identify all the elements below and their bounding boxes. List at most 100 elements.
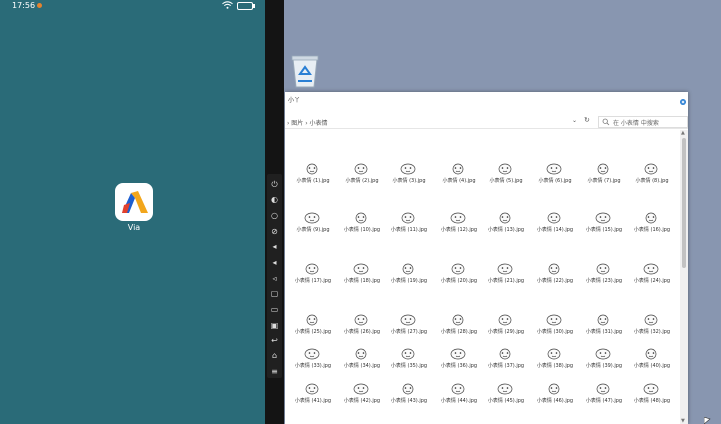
scroll-up-icon[interactable]: ▲ (681, 130, 685, 136)
breadcrumb[interactable]: › 图片 › 小表情 (287, 118, 328, 127)
image-thumbnail-icon (450, 212, 466, 224)
scrollbar[interactable]: ▲ ▼ (680, 130, 688, 424)
list-item[interactable]: 小表情 (14).jpg (531, 209, 579, 241)
list-item[interactable]: 小表情 (42).jpg (338, 380, 386, 412)
image-thumbnail-icon (548, 383, 560, 395)
image-thumbnail-icon (548, 263, 560, 275)
list-item[interactable]: 小表情 (17).jpg (289, 260, 337, 292)
list-item[interactable]: 小表情 (15).jpg (580, 209, 628, 241)
image-thumbnail-icon (597, 163, 609, 175)
menu-icon[interactable]: ≡ (270, 367, 279, 376)
mute-icon[interactable]: ⊘ (270, 227, 279, 236)
list-item[interactable]: 小表情 (37).jpg (482, 345, 530, 377)
list-item[interactable]: 小表情 (31).jpg (580, 311, 628, 343)
close-button[interactable] (675, 92, 688, 106)
list-item[interactable]: 小表情 (7).jpg (580, 160, 628, 192)
list-item[interactable]: 小表情 (44).jpg (435, 380, 483, 412)
list-item[interactable]: 小表情 (24).jpg (628, 260, 676, 292)
list-item[interactable]: 小表情 (19).jpg (385, 260, 433, 292)
mouse-cursor-icon (704, 417, 711, 424)
list-item[interactable]: 小表情 (38).jpg (531, 345, 579, 377)
list-item[interactable]: 小表情 (36).jpg (435, 345, 483, 377)
list-item[interactable]: 小表情 (26).jpg (338, 311, 386, 343)
light-icon[interactable]: ○ (270, 211, 279, 220)
volume-up-icon[interactable]: ◂ (270, 242, 279, 251)
chevron-down-icon[interactable]: ⌄ (572, 117, 577, 124)
battery-icon (237, 2, 255, 10)
list-item[interactable]: 小表情 (3).jpg (385, 160, 433, 192)
status-time: 17:56 (12, 1, 36, 10)
list-item[interactable]: 小表情 (41).jpg (289, 380, 337, 412)
status-bar: 17:56 (0, 0, 265, 12)
list-item[interactable]: 小表情 (9).jpg (289, 209, 337, 241)
image-thumbnail-icon (644, 163, 658, 175)
list-item[interactable]: 小表情 (6).jpg (531, 160, 579, 192)
image-thumbnail-icon (643, 383, 659, 395)
list-item[interactable]: 小表情 (48).jpg (628, 380, 676, 412)
list-item[interactable]: 小表情 (25).jpg (289, 311, 337, 343)
list-item[interactable]: 小表情 (12).jpg (435, 209, 483, 241)
list-item[interactable]: 小表情 (23).jpg (580, 260, 628, 292)
via-app-launcher[interactable]: Via (115, 183, 153, 233)
list-item[interactable]: 小表情 (47).jpg (580, 380, 628, 412)
list-item[interactable]: 小表情 (43).jpg (385, 380, 433, 412)
camera-icon[interactable]: ▭ (270, 305, 279, 314)
file-name: 小表情 (28).jpg (440, 329, 478, 335)
refresh-icon[interactable]: ↻ (584, 116, 590, 124)
list-item[interactable]: 小表情 (10).jpg (338, 209, 386, 241)
list-item[interactable]: 小表情 (45).jpg (482, 380, 530, 412)
list-item[interactable]: 小表情 (8).jpg (628, 160, 676, 192)
list-item[interactable]: 小表情 (40).jpg (628, 345, 676, 377)
list-item[interactable]: 小表情 (33).jpg (289, 345, 337, 377)
list-item[interactable]: 小表情 (5).jpg (482, 160, 530, 192)
file-name: 小表情 (34).jpg (343, 363, 381, 369)
list-item[interactable]: 小表情 (27).jpg (385, 311, 433, 343)
list-item[interactable]: 小表情 (46).jpg (531, 380, 579, 412)
image-thumbnail-icon (304, 348, 320, 360)
volume-off-icon[interactable]: ◃ (270, 274, 279, 283)
list-item[interactable]: 小表情 (34).jpg (338, 345, 386, 377)
theme-icon[interactable]: ◐ (270, 195, 279, 204)
list-item[interactable]: 小表情 (29).jpg (482, 311, 530, 343)
file-name: 小表情 (32).jpg (633, 329, 671, 335)
file-name: 小表情 (15).jpg (585, 227, 623, 233)
list-item[interactable]: 小表情 (32).jpg (628, 311, 676, 343)
scroll-thumb[interactable] (682, 138, 686, 268)
file-name: 小表情 (13).jpg (487, 227, 525, 233)
list-item[interactable]: 小表情 (1).jpg (289, 160, 337, 192)
list-item[interactable]: 小表情 (2).jpg (338, 160, 386, 192)
file-name: 小表情 (33).jpg (294, 363, 332, 369)
crop-icon[interactable]: ▢ (270, 289, 279, 298)
file-name: 小表情 (31).jpg (585, 329, 623, 335)
image-thumbnail-icon (546, 163, 562, 175)
list-item[interactable]: 小表情 (22).jpg (531, 260, 579, 292)
image-thumbnail-icon (595, 212, 611, 224)
list-item[interactable]: 小表情 (13).jpg (482, 209, 530, 241)
list-item[interactable]: 小表情 (28).jpg (435, 311, 483, 343)
file-name: 小表情 (11).jpg (390, 227, 428, 233)
list-item[interactable]: 小表情 (30).jpg (531, 311, 579, 343)
back-icon[interactable]: ↩ (270, 336, 279, 345)
list-item[interactable]: 小表情 (21).jpg (482, 260, 530, 292)
title-bar[interactable]: 小丫 (285, 92, 688, 106)
list-item[interactable]: 小表情 (39).jpg (580, 345, 628, 377)
scroll-down-icon[interactable]: ▼ (681, 418, 685, 424)
window-title: 小丫 (288, 97, 301, 104)
list-item[interactable]: 小表情 (35).jpg (385, 345, 433, 377)
list-item[interactable]: 小表情 (11).jpg (385, 209, 433, 241)
home-icon[interactable]: ⌂ (270, 351, 279, 360)
list-item[interactable]: 小表情 (18).jpg (338, 260, 386, 292)
recycle-bin-icon[interactable] (287, 52, 323, 90)
list-item[interactable]: 小表情 (16).jpg (628, 209, 676, 241)
address-bar[interactable]: › 图片 › 小表情 ⌄ ↻ 在 小表情 中搜索 (285, 114, 688, 129)
search-placeholder: 在 小表情 中搜索 (613, 120, 659, 127)
search-input[interactable]: 在 小表情 中搜索 (598, 116, 688, 128)
screenshot-icon[interactable]: ▣ (270, 321, 279, 330)
power-icon[interactable]: ⏻ (270, 180, 279, 189)
file-name: 小表情 (9).jpg (296, 227, 330, 233)
file-name: 小表情 (10).jpg (343, 227, 381, 233)
volume-down-icon[interactable]: ◂ (270, 258, 279, 267)
list-item[interactable]: 小表情 (20).jpg (435, 260, 483, 292)
image-thumbnail-icon (401, 348, 415, 360)
list-item[interactable]: 小表情 (4).jpg (435, 160, 483, 192)
